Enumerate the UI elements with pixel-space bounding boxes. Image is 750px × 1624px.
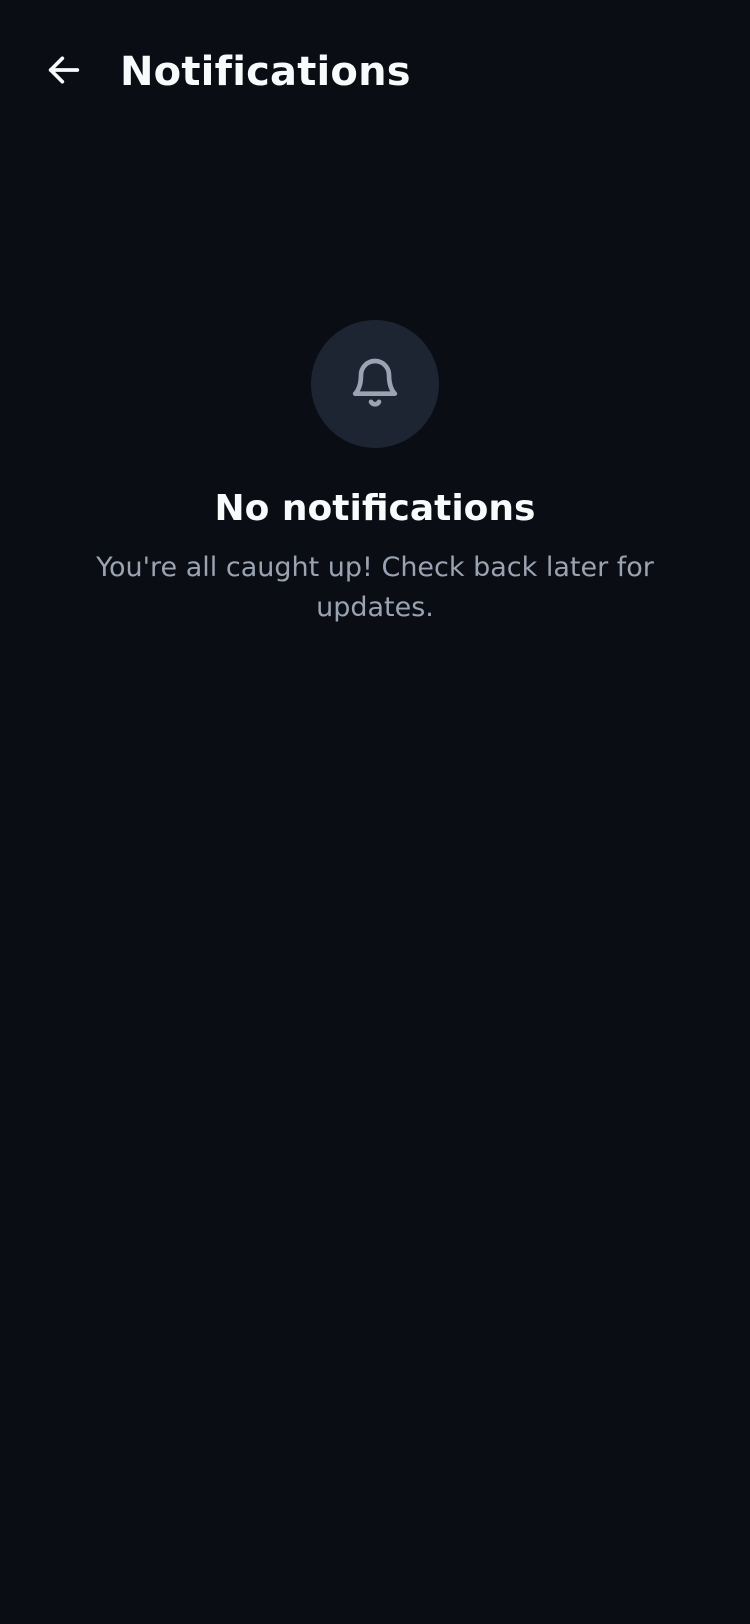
app-header: Notifications [0,0,750,144]
bell-icon-container [311,320,439,448]
arrow-left-icon [44,50,84,94]
empty-state-message: You're all caught up! Check back later f… [96,552,654,623]
empty-state-title: No notifications [214,488,536,529]
back-button[interactable] [36,44,92,100]
empty-state: No notifications You're all caught up! C… [0,320,750,628]
page-title: Notifications [120,49,411,95]
bell-icon [347,354,403,414]
